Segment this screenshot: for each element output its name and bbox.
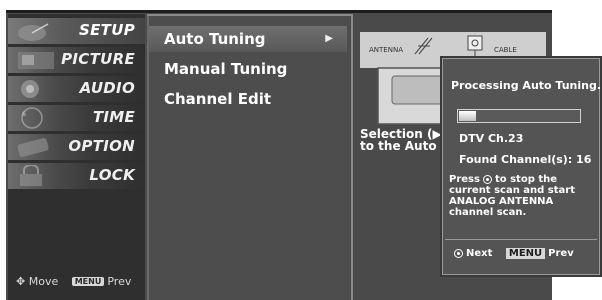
popup-title: Processing Auto Tuning. . [451, 79, 602, 92]
category-label: LOCK [89, 166, 135, 184]
svg-text:6: 6 [22, 111, 26, 118]
category-setup[interactable]: SETUP [8, 18, 145, 44]
selection-hint: Selection (▶ o to the Auto T [360, 128, 450, 152]
category-label: OPTION [68, 137, 135, 155]
scan-instruction: Press to stop the current scan and start … [449, 174, 576, 218]
found-channels: Found Channel(s): 16 [459, 153, 592, 166]
auto-tuning-popup: Processing Auto Tuning. . DTV Ch.23 Foun… [442, 58, 602, 275]
popup-divider [445, 239, 597, 240]
menu-key-badge: MENU [505, 248, 546, 259]
current-channel: DTV Ch.23 [459, 132, 524, 145]
prev-label: Prev [107, 275, 132, 288]
scan-progress-fill [459, 111, 476, 121]
lock-icon [20, 165, 42, 186]
submenu-item-channel-edit[interactable]: Channel Edit [149, 86, 347, 112]
move-icon: ✥ [16, 275, 26, 288]
move-label: Move [28, 275, 59, 288]
category-footer: ✥ Move MENU Prev [16, 275, 131, 288]
submenu-label: Auto Tuning [164, 30, 266, 48]
ok-button-icon [454, 249, 463, 258]
next-button[interactable]: Next [451, 248, 492, 259]
category-picture[interactable]: PICTURE [8, 47, 145, 73]
submenu-label: Manual Tuning [164, 60, 288, 78]
category-time[interactable]: 6 TIME [8, 105, 145, 131]
ok-button-icon [482, 175, 492, 184]
submenu-label: Channel Edit [164, 90, 271, 108]
category-label: TIME [92, 108, 135, 126]
option-tag-icon [17, 137, 49, 157]
antenna-label: ANTENNA [369, 46, 403, 54]
satellite-dish-icon [18, 23, 49, 41]
cable-jack-icon [467, 35, 483, 51]
submenu-column: Auto Tuning ▶ Manual Tuning Channel Edit [147, 14, 351, 300]
picture-icon [18, 52, 54, 69]
category-lock[interactable]: LOCK [8, 163, 145, 189]
submenu-item-manual-tuning[interactable]: Manual Tuning [149, 56, 347, 82]
category-label: AUDIO [79, 79, 135, 97]
play-arrow-icon: ▶ [325, 33, 333, 44]
category-audio[interactable]: AUDIO [8, 76, 145, 102]
prev-button[interactable]: MENU Prev [496, 248, 574, 259]
clock-icon: 6 [21, 107, 43, 129]
category-column: SETUP PICTURE AUDIO 6 TIME OPTION LOCK [8, 14, 145, 300]
submenu-item-auto-tuning[interactable]: Auto Tuning ▶ [149, 26, 347, 52]
cable-label: CABLE [494, 46, 517, 54]
category-option[interactable]: OPTION [8, 134, 145, 160]
category-label: SETUP [79, 21, 135, 39]
popup-footer: Next MENU Prev [451, 248, 574, 259]
speaker-icon [21, 80, 39, 98]
scan-progress-bar [457, 109, 581, 123]
category-label: PICTURE [61, 50, 135, 68]
menu-key-badge: MENU [71, 277, 105, 286]
